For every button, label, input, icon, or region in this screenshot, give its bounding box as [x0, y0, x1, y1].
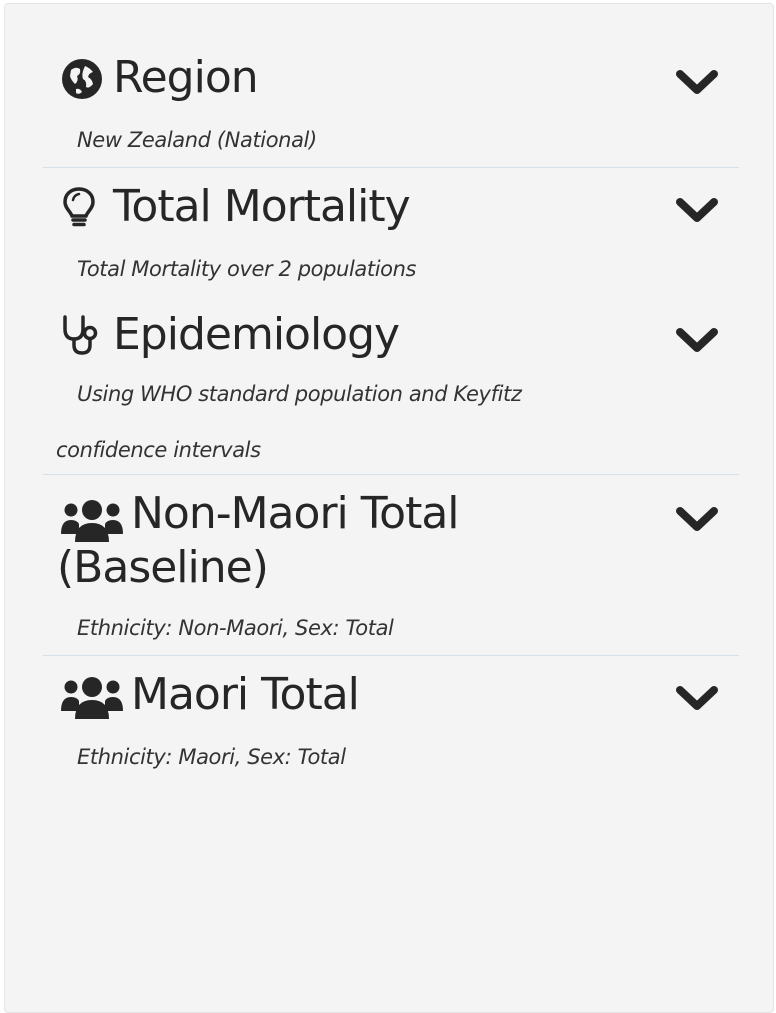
- divider: [43, 474, 739, 475]
- section-total-mortality[interactable]: Total Mortality Total Mortality over 2 p…: [43, 179, 739, 289]
- section-epidemiology[interactable]: Epidemiology Using WHO standard populati…: [43, 307, 739, 477]
- section-region[interactable]: Region New Zealand (National): [43, 52, 739, 164]
- section-title: Region: [113, 52, 259, 103]
- users-icon: [61, 500, 123, 542]
- divider: [43, 167, 739, 168]
- section-subtitle: New Zealand (National): [77, 128, 317, 152]
- section-maori-total[interactable]: Maori Total Ethnicity: Maori, Sex: Total: [43, 667, 739, 777]
- section-subtitle: Ethnicity: Maori, Sex: Total: [77, 745, 346, 769]
- users-icon: [61, 677, 123, 719]
- section-title-line1: Non-Maori Total: [131, 488, 460, 539]
- chevron-down-icon[interactable]: [675, 326, 719, 356]
- chevron-down-icon[interactable]: [675, 196, 719, 226]
- chevron-down-icon[interactable]: [675, 505, 719, 535]
- chevron-down-icon[interactable]: [675, 68, 719, 98]
- stethoscope-icon: [63, 315, 98, 355]
- section-title: Maori Total: [131, 669, 360, 720]
- section-subtitle-line1: Using WHO standard population and Keyfit…: [77, 382, 522, 406]
- section-subtitle-line2: confidence intervals: [56, 438, 261, 462]
- section-title-line2: (Baseline): [57, 542, 269, 593]
- section-subtitle: Total Mortality over 2 populations: [77, 257, 417, 281]
- lightbulb-icon: [63, 187, 95, 227]
- globe-icon: [62, 59, 102, 99]
- section-title: Total Mortality: [113, 181, 411, 232]
- divider: [43, 655, 739, 656]
- section-title: Epidemiology: [113, 309, 400, 360]
- filter-summary-panel: Region New Zealand (National) Total Mort…: [4, 3, 774, 1013]
- section-subtitle: Ethnicity: Non-Maori, Sex: Total: [77, 616, 394, 640]
- section-non-maori-total[interactable]: Non-Maori Total (Baseline) Ethnicity: No…: [43, 486, 739, 656]
- chevron-down-icon[interactable]: [675, 684, 719, 714]
